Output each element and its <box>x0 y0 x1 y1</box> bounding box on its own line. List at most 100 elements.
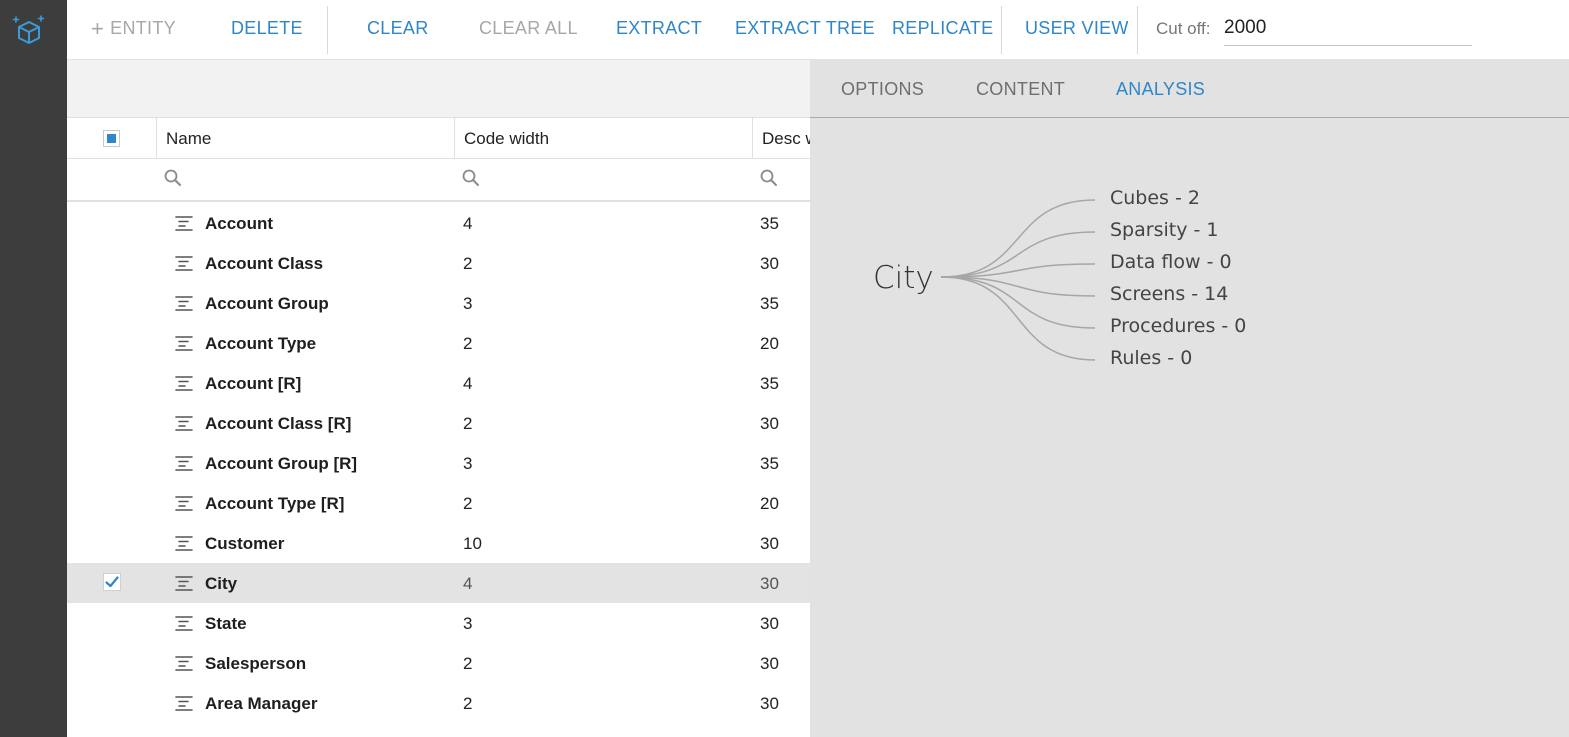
checkmark-icon[interactable] <box>103 573 121 591</box>
row-code-width: 2 <box>463 494 473 513</box>
row-code-width: 2 <box>463 654 473 673</box>
row-name: Account Class [R] <box>205 414 352 433</box>
row-name: City <box>205 574 238 593</box>
clear-button[interactable]: CLEAR <box>367 18 429 39</box>
plus-icon: + <box>91 16 105 41</box>
replicate-button[interactable]: REPLICATE <box>892 18 993 39</box>
list-lines-icon <box>175 496 193 511</box>
table-row[interactable]: Salesperson 2 30 <box>67 643 810 683</box>
add-entity-button[interactable]: + ENTITY <box>91 16 176 41</box>
grid-header: Name Code width Desc w <box>67 118 810 159</box>
list-lines-icon <box>175 296 193 311</box>
list-lines-icon <box>175 336 193 351</box>
column-header-code-width[interactable]: Code width <box>454 118 752 159</box>
search-icon[interactable] <box>163 168 183 188</box>
table-row[interactable]: Account Type [R] 2 20 <box>67 483 810 523</box>
row-checkbox[interactable] <box>103 493 121 511</box>
row-checkbox[interactable] <box>103 613 121 631</box>
row-checkbox[interactable] <box>103 293 121 311</box>
cube-sparkle-icon[interactable] <box>12 14 46 48</box>
extract-button[interactable]: EXTRACT <box>616 18 702 39</box>
row-checkbox[interactable] <box>103 453 121 471</box>
table-row[interactable]: Account Group [R] 3 35 <box>67 443 810 483</box>
clear-all-button[interactable]: CLEAR ALL <box>479 18 578 39</box>
toolbar-divider <box>327 6 328 54</box>
detail-tabs: OPTIONS CONTENT ANALYSIS <box>810 60 1569 118</box>
row-name: Customer <box>205 534 285 553</box>
list-lines-icon <box>175 576 193 591</box>
add-entity-label: ENTITY <box>110 18 176 38</box>
row-name: Account Type <box>205 334 317 353</box>
search-icon[interactable] <box>759 168 779 188</box>
column-header-desc-width[interactable]: Desc w <box>752 118 810 159</box>
row-checkbox[interactable] <box>103 373 121 391</box>
row-name: Area Manager <box>205 694 318 713</box>
row-desc-width: 35 <box>760 214 779 233</box>
row-checkbox[interactable] <box>103 253 121 271</box>
row-checkbox[interactable] <box>103 533 121 551</box>
table-row[interactable]: Account Group 3 35 <box>67 283 810 323</box>
row-checkbox[interactable] <box>103 413 121 431</box>
row-desc-width: 30 <box>760 574 779 593</box>
table-row[interactable]: Account [R] 4 35 <box>67 363 810 403</box>
table-row[interactable]: Account Class 2 30 <box>67 243 810 283</box>
row-code-width: 2 <box>463 414 473 433</box>
row-checkbox[interactable] <box>103 653 121 671</box>
list-lines-icon <box>175 416 193 431</box>
user-view-button[interactable]: USER VIEW <box>1025 18 1129 39</box>
extract-tree-button[interactable]: EXTRACT TREE <box>735 18 875 39</box>
table-row[interactable]: Area Manager 2 30 <box>67 683 810 723</box>
row-name: Account Class <box>205 254 324 273</box>
tree-link <box>940 276 1096 361</box>
row-code-width: 3 <box>463 614 473 633</box>
column-header-name[interactable]: Name <box>156 118 454 159</box>
row-desc-width: 35 <box>760 294 779 313</box>
entity-grid: Name Code width Desc w Account435Account… <box>67 60 810 737</box>
row-desc-width: 20 <box>760 334 779 353</box>
row-checkbox[interactable] <box>103 213 121 231</box>
detail-panel: OPTIONS CONTENT ANALYSIS City Cubes - 2 S… <box>810 60 1569 737</box>
row-name: State <box>205 614 247 633</box>
analysis-tree: City Cubes - 2 Sparsity - 1 Data flow - 0 S… <box>810 118 1569 737</box>
row-name: Account Group <box>205 294 329 313</box>
row-code-width: 2 <box>463 694 473 713</box>
tree-leaf-label: Data flow - 0 <box>1110 251 1232 273</box>
table-row[interactable]: Account 4 35 <box>67 203 810 243</box>
table-row[interactable]: Customer 10 30 <box>67 523 810 563</box>
tree-link <box>940 199 1096 278</box>
tab-content[interactable]: CONTENT <box>976 79 1065 100</box>
tree-root-label: City <box>873 260 934 296</box>
tree-links <box>940 199 1096 361</box>
table-row[interactable]: City 4 30 <box>67 563 810 603</box>
toolbar-divider <box>1001 6 1002 54</box>
tree-leaf-label: Procedures - 0 <box>1110 315 1247 337</box>
row-code-width: 3 <box>463 294 473 313</box>
row-code-width: 4 <box>463 214 473 233</box>
list-lines-icon <box>175 696 193 711</box>
tree-leaf-label: Cubes - 2 <box>1110 187 1200 209</box>
row-code-width: 4 <box>463 374 473 393</box>
table-row[interactable]: Account Type 2 20 <box>67 323 810 363</box>
row-checkbox[interactable] <box>103 333 121 351</box>
list-lines-icon <box>175 536 193 551</box>
row-desc-width: 30 <box>760 414 779 433</box>
tab-analysis[interactable]: ANALYSIS <box>1116 79 1205 100</box>
tree-link <box>940 276 1096 329</box>
delete-button[interactable]: DELETE <box>231 18 303 39</box>
tab-options[interactable]: OPTIONS <box>841 79 924 100</box>
row-code-width: 2 <box>463 334 473 353</box>
select-all-checkbox[interactable] <box>103 130 120 147</box>
row-desc-width: 35 <box>760 454 779 473</box>
grid-filter-row <box>67 159 810 202</box>
list-lines-icon <box>175 376 193 391</box>
cutoff-input[interactable] <box>1224 10 1472 46</box>
row-checkbox[interactable] <box>103 693 121 711</box>
row-desc-width: 20 <box>760 494 779 513</box>
table-row[interactable]: Account Class [R] 2 30 <box>67 403 810 443</box>
row-name: Account [R] <box>205 374 302 393</box>
search-icon[interactable] <box>461 168 481 188</box>
tree-leaf-label: Rules - 0 <box>1110 347 1193 369</box>
table-row[interactable]: State 3 30 <box>67 603 810 643</box>
tree-leaf-label: Sparsity - 1 <box>1110 219 1219 241</box>
row-name: Account <box>205 214 273 233</box>
